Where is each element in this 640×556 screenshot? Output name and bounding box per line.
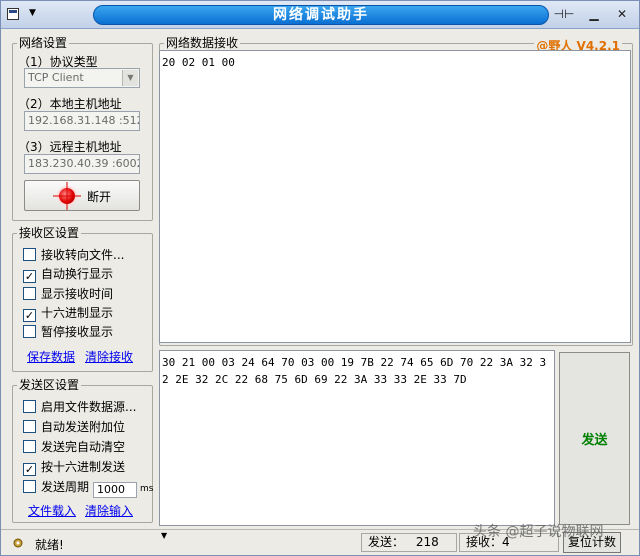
receive-textarea[interactable]: 20 02 01 00: [159, 50, 631, 343]
clear-input-link[interactable]: 清除输入: [85, 502, 133, 519]
send-button[interactable]: 发送: [559, 352, 630, 525]
checkbox[interactable]: ✓: [23, 463, 36, 476]
remote-address-field[interactable]: 183.230.40.39 :6002: [24, 154, 140, 174]
checkbox[interactable]: ✓: [23, 309, 36, 322]
group-title: 网络设置: [17, 36, 70, 50]
local-address-label: （2）本地主机地址: [18, 97, 122, 111]
window-menu-icon: [7, 8, 19, 20]
protocol-value: TCP Client: [28, 71, 84, 84]
option-label: 十六进制显示: [41, 306, 114, 320]
checkbox[interactable]: [23, 480, 36, 493]
checkbox[interactable]: [23, 400, 36, 413]
recv-option-pause[interactable]: 暂停接收显示: [23, 324, 113, 340]
local-address-field[interactable]: 192.168.31.148 :51285: [24, 111, 140, 131]
checkbox[interactable]: [23, 440, 36, 453]
send-count-panel: 发送： 218: [361, 533, 457, 552]
send-option-autoclear[interactable]: 发送完自动清空: [23, 439, 125, 455]
checkbox[interactable]: [23, 420, 36, 433]
recv-option-hex[interactable]: ✓ 十六进制显示: [23, 305, 114, 322]
send-option-file[interactable]: 启用文件数据源...: [23, 399, 136, 415]
option-label: 显示接收时间: [41, 287, 114, 301]
checkbox[interactable]: [23, 325, 36, 338]
option-label: 发送周期: [41, 480, 90, 494]
option-label: 暂停接收显示: [41, 325, 114, 339]
option-label: 自动换行显示: [41, 267, 114, 281]
recv-option-file[interactable]: 接收转向文件...: [23, 247, 124, 263]
group-title: 网络数据接收: [164, 36, 241, 50]
send-count-label: 发送：: [368, 535, 405, 549]
system-menu[interactable]: ▼: [7, 6, 43, 24]
status-led-icon: [53, 182, 81, 210]
window-title: 网络调试助手: [93, 5, 549, 25]
send-option-append[interactable]: 自动发送附加位: [23, 419, 125, 435]
option-label: 自动发送附加位: [41, 420, 126, 434]
option-label: 按十六进制发送: [41, 460, 126, 474]
chevron-down-icon: ▼: [29, 8, 36, 18]
checkbox[interactable]: [23, 248, 36, 261]
gear-icon: [13, 538, 23, 548]
send-textarea[interactable]: 30 21 00 03 24 64 70 03 00 19 7B 22 74 6…: [159, 350, 555, 526]
recv-option-wrap[interactable]: ✓ 自动换行显示: [23, 266, 114, 283]
period-unit: ms: [140, 484, 154, 494]
option-label: 发送完自动清空: [41, 440, 126, 454]
protocol-select[interactable]: TCP Client ▼: [24, 68, 140, 88]
file-load-link[interactable]: 文件载入: [28, 502, 76, 519]
group-title: 接收区设置: [17, 226, 82, 240]
chevron-down-icon: ▼: [161, 531, 168, 540]
checkbox[interactable]: ✓: [23, 270, 36, 283]
disconnect-label: 断开: [87, 190, 112, 204]
option-label: 接收转向文件...: [41, 248, 125, 262]
save-data-link[interactable]: 保存数据: [27, 348, 75, 365]
disconnect-button[interactable]: 断开: [24, 180, 140, 211]
recv-option-time[interactable]: 显示接收时间: [23, 286, 113, 302]
chevron-down-icon[interactable]: ▼: [122, 70, 138, 86]
close-button[interactable]: ✕: [609, 6, 635, 24]
send-option-period[interactable]: 发送周期 1000 ms: [23, 479, 154, 498]
watermark: 头条 @超子说物联网: [473, 524, 604, 540]
period-input[interactable]: 1000: [93, 482, 138, 498]
group-title: 发送区设置: [17, 378, 82, 392]
checkbox[interactable]: [23, 287, 36, 300]
pin-icon[interactable]: ⊣⊢: [551, 6, 577, 24]
send-option-hex[interactable]: ✓ 按十六进制发送: [23, 459, 126, 476]
send-count-value: 218: [415, 535, 439, 549]
app-window: ▼ 网络调试助手 ⊣⊢ ▁ ✕ 网络设置 （1）协议类型 TCP Client …: [0, 0, 640, 556]
status-ready-text: 就绪!: [35, 538, 64, 552]
remote-address-label: （3）远程主机地址: [18, 140, 122, 154]
option-label: 启用文件数据源...: [41, 400, 137, 414]
clear-receive-link[interactable]: 清除接收: [85, 348, 133, 365]
minimize-button[interactable]: ▁: [581, 6, 607, 24]
title-bar: ▼ 网络调试助手 ⊣⊢ ▁ ✕: [1, 1, 639, 29]
